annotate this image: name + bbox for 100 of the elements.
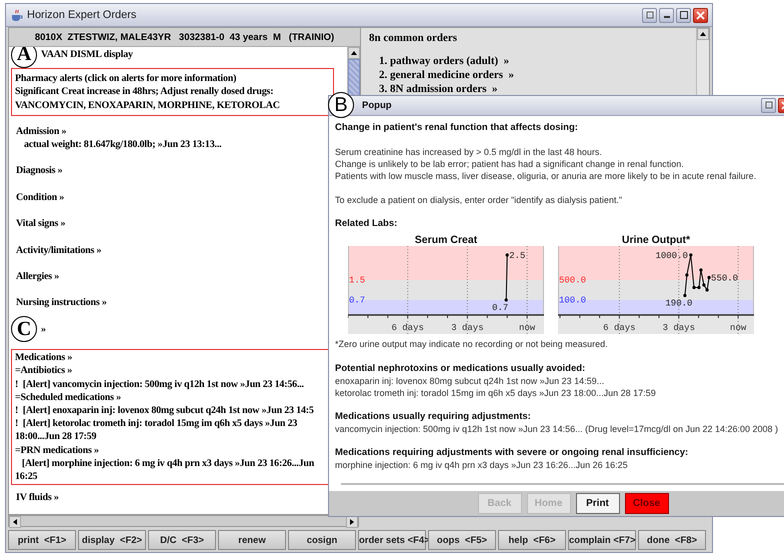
info-text: Change is unlikely to be lab error; patient has had a significant change in renal function.	[335, 158, 685, 170]
data-label: 190.0	[665, 298, 692, 308]
data-label: 0.7	[492, 302, 508, 313]
medication-line[interactable]: ! [Alert] vancomycin injection: 500mg iv q12h 1st now »Jun 23 14:56...	[15, 378, 327, 391]
medication-line[interactable]: ! [Alert] enoxaparin inj: lovenox 80mg subcut q24h 1st now »Jun 23 14:5	[15, 404, 327, 418]
data-point	[707, 276, 711, 279]
callout-label: B	[328, 92, 354, 118]
section-heading[interactable]: Condition »	[16, 190, 328, 204]
function-key-button[interactable]: renew	[218, 530, 286, 550]
restore-icon	[646, 11, 654, 19]
x-tick-label: 3 days	[451, 322, 484, 333]
x-tick-label: now	[730, 322, 746, 333]
callout-label: C	[11, 316, 37, 342]
data-point	[699, 268, 703, 272]
window-title: Popup	[362, 100, 392, 111]
function-key-button[interactable]: complain <F7>	[568, 530, 636, 550]
data-label: 550.0	[711, 273, 738, 284]
medication-line: enoxaparin inj: lovenox 80mg subcut q24h 1st now »Jun 23 14:59...	[335, 374, 606, 387]
medication-line: ketorolac trometh inj: toradol 15mg im q6h x5 days »Jun 23 18:00...Jun 28 17:59	[335, 386, 657, 399]
data-point	[689, 253, 692, 256]
function-key-button[interactable]: display <F2>	[78, 530, 146, 550]
y-tick-label: 0.7	[349, 294, 366, 305]
y-axis	[348, 246, 349, 316]
medication-line[interactable]: 16:25	[15, 470, 327, 484]
cup-icon	[10, 8, 23, 22]
section-heading[interactable]: Activity/limitations »	[16, 244, 328, 257]
info-text: Serum creatinine has increased by > 0.5 mg/dl in the last 48 hours.	[335, 146, 603, 158]
medication-line[interactable]: =PRN medications »	[15, 444, 327, 457]
popup-heading: Change in patient's renal function that affects dosing:	[335, 122, 579, 134]
section-heading[interactable]: Allergies »	[16, 270, 328, 284]
section-heading[interactable]: Vital signs »	[16, 217, 328, 230]
minimize-button[interactable]	[659, 8, 674, 22]
arrow-left-icon[interactable]	[13, 519, 17, 525]
chart-title: Urine Output*	[620, 234, 692, 246]
medication-line[interactable]: =Antibiotics »	[15, 364, 327, 378]
section-heading: Related Labs:	[335, 218, 398, 230]
function-key-button[interactable]: help <F6>	[498, 530, 566, 550]
horizontal-scrollbar[interactable]	[8, 515, 359, 527]
x-tick-label: 6 days	[392, 322, 424, 333]
function-key-button[interactable]: cosign	[288, 530, 356, 550]
arrow-up-icon[interactable]	[351, 51, 357, 55]
alert-text: Significant Creat increase in 48hrs; Adjust renally dosed drugs:	[15, 85, 274, 99]
function-key-button[interactable]: print <F1>	[8, 530, 76, 550]
y-tick-label: 500.0	[559, 274, 586, 285]
info-text: To exclude a patient on dialysis, enter order "identify as dialysis patient."	[335, 194, 624, 206]
data-point	[506, 253, 509, 256]
callout-label: A	[11, 47, 37, 68]
function-key-button[interactable]: done <F8>	[638, 530, 706, 550]
medication-line: vancomycin injection: 500mg iv q12h 1st now »Jun 23 14:56... (Drug level=17mcg/dl on Jun 22 14:26:00 2008 )	[335, 422, 780, 435]
footnote: *Zero urine output may indicate no recording or not being measured.	[335, 338, 609, 350]
order-set-link[interactable]: 2. general medicine orders »	[369, 68, 688, 82]
function-key-button[interactable]: D/C <F3>	[148, 530, 216, 550]
maximize-icon	[680, 11, 688, 19]
data-label: 2.5	[509, 250, 526, 261]
data-point	[685, 273, 688, 276]
data-point	[705, 288, 709, 292]
y-axis	[558, 246, 559, 316]
section-heading[interactable]: IV fluids »	[16, 491, 328, 504]
medication-line[interactable]: ! [Alert] ketorolac trometh inj: toradol 15mg im q6h x5 days »Jun 23 18:00...Jun 28 17:59	[15, 417, 327, 444]
restore-icon	[764, 101, 772, 110]
section-heading[interactable]: »	[41, 322, 46, 336]
medication-line[interactable]: =Scheduled medications »	[15, 390, 327, 404]
section-heading[interactable]: Nursing instructions »	[16, 296, 328, 310]
order-set-link[interactable]: 3. 8N admission orders »	[369, 82, 688, 96]
close-icon	[696, 10, 705, 20]
patient-header: 8010X ZTESTWIZ, MALE43YR 3032381-0 43 years M (TRAINIO)	[9, 28, 360, 47]
medication-line: morphine injection: 6 mg iv q4h prn x3 days »Jun 23 16:26...Jun 26 16:25	[335, 458, 629, 471]
medication-line[interactable]: [Alert] morphine injection: 6 mg iv q4h prn x3 days »Jun 23 16:26...Jun	[15, 456, 327, 470]
arrow-up-icon[interactable]	[700, 32, 706, 36]
y-tick-label: 1.5	[349, 274, 366, 285]
pharmacy-alert-box[interactable]: Pharmacy alerts (click on alerts for more information) Significant Creat increase in 48hrs; Adjust renally dosed drugs: VANCOMYCIN, ENOXAPARIN, MORPHINE, KETOROLAC	[11, 68, 334, 116]
section-heading: Medications requiring adjustments with severe or ongoing renal insufficiency:	[335, 446, 690, 459]
function-key-button[interactable]: oops <F5>	[428, 530, 496, 550]
window-title: Horizon Expert Orders	[27, 9, 138, 21]
alert-text: Pharmacy alerts (click on alerts for more information)	[15, 72, 238, 86]
x-tick-label: 3 days	[662, 322, 695, 333]
x-tick-label: 6 days	[603, 322, 636, 333]
section-heading: Potential nephrotoxins or medications usually avoided:	[335, 362, 586, 375]
display-title: VAAN DISML display	[41, 48, 133, 62]
x-tick-label: now	[518, 322, 536, 333]
order-set-link[interactable]: 1. pathway orders (adult) »	[369, 54, 688, 68]
section-heading: Medications usually requiring adjustments:	[335, 410, 532, 423]
data-label: 1000.0	[655, 250, 688, 261]
chart-title: Serum Creat	[414, 234, 478, 246]
panel-title: 8n common orders	[369, 32, 458, 44]
maximize-button[interactable]	[676, 8, 691, 22]
data-point	[504, 298, 508, 302]
restore-button[interactable]	[761, 98, 776, 113]
alert-text: VANCOMYCIN, ENOXAPARIN, MORPHINE, KETOROLAC	[15, 98, 281, 112]
section-heading[interactable]: Admission »	[16, 124, 328, 138]
close-button[interactable]	[693, 8, 708, 22]
arrow-right-icon[interactable]	[350, 519, 354, 525]
data-point	[683, 294, 686, 297]
info-text: Patients with low muscle mass, liver disease, oliguria, or anuria are more likely to be in acute renal failure.	[335, 170, 758, 182]
restore-button[interactable]	[642, 8, 657, 22]
medication-line[interactable]: Medications »	[15, 351, 327, 364]
y-tick-label: 100.0	[559, 294, 586, 305]
section-heading[interactable]: Diagnosis »	[16, 164, 328, 178]
dialog-button[interactable]: Print	[576, 492, 620, 514]
data-line	[506, 254, 508, 300]
